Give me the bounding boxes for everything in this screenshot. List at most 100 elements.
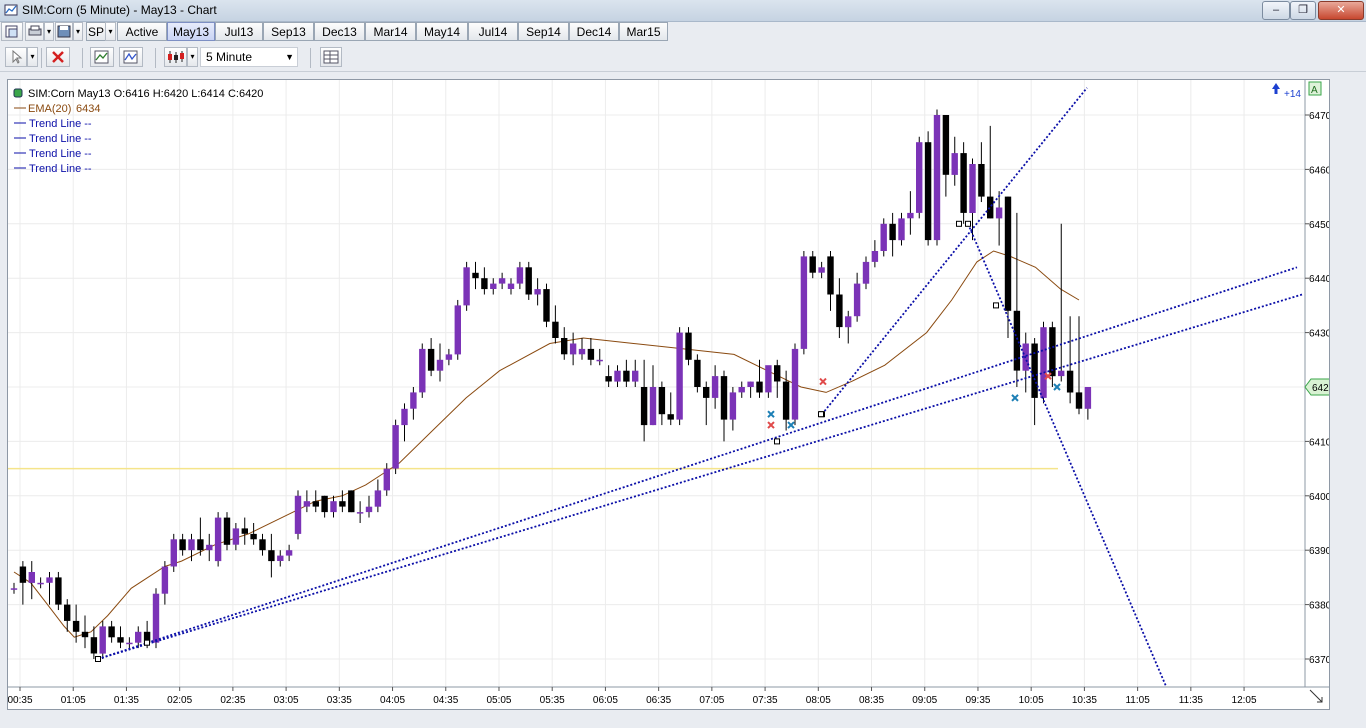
candle-body[interactable] xyxy=(117,637,124,643)
candle-body[interactable] xyxy=(703,387,710,398)
candle-body[interactable] xyxy=(738,387,745,393)
candle-body[interactable] xyxy=(552,321,559,338)
maximize-button[interactable]: ❐ xyxy=(1290,1,1316,20)
pointer-dropdown[interactable]: ▾ xyxy=(27,47,38,67)
candle-body[interactable] xyxy=(782,381,790,420)
candle-body[interactable] xyxy=(454,305,461,355)
candle-body[interactable] xyxy=(81,631,89,638)
candle-body[interactable] xyxy=(694,359,701,387)
candle-body[interactable] xyxy=(223,517,231,545)
candle-body[interactable] xyxy=(924,142,932,241)
candle-body[interactable] xyxy=(1040,327,1047,398)
trend-line-anchor[interactable] xyxy=(993,302,999,309)
candle-body[interactable] xyxy=(472,272,479,279)
candle-body[interactable] xyxy=(667,414,674,420)
candle-body[interactable] xyxy=(214,517,222,562)
candle-body[interactable] xyxy=(259,539,266,551)
time-axis[interactable]: 00:35 01:05 01:35 02:05 02:35 03:05 03:35 04:05… xyxy=(8,687,1257,706)
candle-body[interactable] xyxy=(285,550,293,556)
candle-body[interactable] xyxy=(800,256,808,349)
candle-body[interactable] xyxy=(827,256,834,295)
instrument-dropdown-arrow[interactable]: ▾ xyxy=(105,22,116,41)
candle-body[interactable] xyxy=(640,387,648,426)
save-button[interactable] xyxy=(55,22,73,41)
candle-body[interactable] xyxy=(720,376,728,420)
candle-body[interactable] xyxy=(995,207,1003,219)
tab-sep13[interactable]: Sep13 xyxy=(263,22,314,41)
candle-body[interactable] xyxy=(28,572,35,583)
remove-drawings-button[interactable] xyxy=(46,47,70,67)
indicators-button[interactable] xyxy=(90,47,114,67)
trend-line-anchor[interactable] xyxy=(956,220,962,227)
candle-body[interactable] xyxy=(1066,370,1074,393)
candle-body[interactable] xyxy=(933,115,941,241)
candle-body[interactable] xyxy=(747,381,754,387)
candle-body[interactable] xyxy=(898,218,905,241)
tab-jul14[interactable]: Jul14 xyxy=(468,22,518,41)
chart-style-button[interactable] xyxy=(164,47,187,67)
interval-select[interactable]: 5 Minute ▼ xyxy=(200,47,298,67)
candle-body[interactable] xyxy=(987,196,994,219)
candle-body[interactable] xyxy=(90,637,98,654)
candle-body[interactable] xyxy=(960,153,967,213)
tab-dec14[interactable]: Dec14 xyxy=(569,22,619,41)
candle-body[interactable] xyxy=(232,528,240,545)
candle-body[interactable] xyxy=(578,348,586,355)
new-chart-button[interactable] xyxy=(1,22,23,41)
tab-mar14[interactable]: Mar14 xyxy=(365,22,416,41)
candle-body[interactable] xyxy=(179,539,186,551)
candle-body[interactable] xyxy=(889,223,896,241)
candle-body[interactable] xyxy=(880,223,887,251)
candle-body[interactable] xyxy=(72,620,80,632)
candle-body[interactable] xyxy=(951,153,958,175)
candle-body[interactable] xyxy=(383,468,390,491)
candle-body[interactable] xyxy=(1058,370,1065,377)
candle-body[interactable] xyxy=(188,539,195,551)
candle-body[interactable] xyxy=(481,278,488,290)
candle-body[interactable] xyxy=(206,544,213,551)
candle-body[interactable] xyxy=(614,370,621,382)
candle-body[interactable] xyxy=(37,582,44,585)
candle-body[interactable] xyxy=(587,348,595,360)
candle-body[interactable] xyxy=(853,283,861,317)
candle-body[interactable] xyxy=(303,501,311,507)
candle-body[interactable] xyxy=(685,332,692,360)
trend-line-anchor[interactable] xyxy=(144,639,150,646)
trend-line-anchor[interactable] xyxy=(95,656,101,662)
candle-body[interactable] xyxy=(1013,310,1021,371)
candle-body[interactable] xyxy=(374,490,382,507)
candle-body[interactable] xyxy=(756,381,763,393)
candle-body[interactable] xyxy=(729,392,737,420)
candle-body[interactable] xyxy=(64,604,71,621)
trend-line-anchor[interactable] xyxy=(818,411,824,418)
resize-grip-icon[interactable] xyxy=(1309,689,1323,703)
candle-body[interactable] xyxy=(152,593,160,643)
tab-mar15[interactable]: Mar15 xyxy=(619,22,668,41)
candle-body[interactable] xyxy=(108,626,115,638)
candle-body[interactable] xyxy=(534,289,541,295)
trend-line-anchor[interactable] xyxy=(965,220,971,227)
candle-body[interactable] xyxy=(1031,343,1038,398)
candle-body[interactable] xyxy=(623,370,630,382)
candle-body[interactable] xyxy=(1075,392,1083,409)
close-button[interactable]: ✕ xyxy=(1318,1,1364,20)
candle-body[interactable] xyxy=(561,338,568,355)
tab-dec13[interactable]: Dec13 xyxy=(314,22,365,41)
candle-body[interactable] xyxy=(241,528,248,534)
candle-body[interactable] xyxy=(774,365,781,382)
candle-body[interactable] xyxy=(126,642,133,645)
candle-body[interactable] xyxy=(135,631,142,643)
candle-body[interactable] xyxy=(161,566,169,594)
candle-body[interactable] xyxy=(445,354,453,360)
candle-body[interactable] xyxy=(365,506,373,513)
candle-body[interactable] xyxy=(277,555,284,561)
candle-body[interactable] xyxy=(401,408,408,426)
tab-active[interactable]: Active xyxy=(117,22,167,41)
candle-body[interactable] xyxy=(312,501,319,507)
tab-sep14[interactable]: Sep14 xyxy=(518,22,569,41)
print-dropdown[interactable]: ▾ xyxy=(44,22,54,41)
candle-body[interactable] xyxy=(348,490,355,513)
candle-body[interactable] xyxy=(649,387,657,426)
candle-body[interactable] xyxy=(392,425,399,469)
candle-body[interactable] xyxy=(507,283,515,289)
